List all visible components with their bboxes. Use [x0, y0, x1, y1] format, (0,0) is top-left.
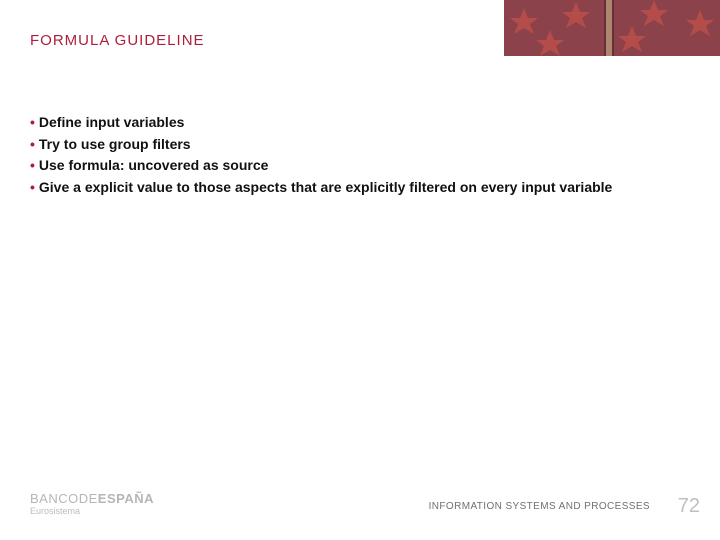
- bullet-item: •Try to use group filters: [30, 134, 690, 156]
- bullet-text: Use formula: uncovered as source: [39, 157, 269, 173]
- brand-name-bold: ESPAÑA: [98, 491, 154, 506]
- bullet-item: •Define input variables: [30, 112, 690, 134]
- brand-name-light: BANCODE: [30, 491, 98, 506]
- footer-section-label: INFORMATION SYSTEMS AND PROCESSES: [429, 501, 650, 512]
- bullet-text: Try to use group filters: [39, 136, 191, 152]
- bullet-item: •Give a explicit value to those aspects …: [30, 177, 690, 199]
- bullet-text: Give a explicit value to those aspects t…: [39, 179, 612, 195]
- slide-footer: BANCODEESPAÑA Eurosistema INFORMATION SY…: [0, 488, 720, 524]
- slide-title: FORMULA GUIDELINE: [30, 32, 205, 49]
- brand-name: BANCODEESPAÑA: [30, 492, 154, 506]
- bullet-item: •Use formula: uncovered as source: [30, 155, 690, 177]
- bullet-list: •Define input variables •Try to use grou…: [30, 112, 690, 199]
- brand-subtitle: Eurosistema: [30, 507, 154, 516]
- brand-logo: BANCODEESPAÑA Eurosistema: [30, 492, 154, 516]
- page-number: 72: [678, 495, 700, 518]
- decorative-header-image: [504, 0, 720, 56]
- bullet-text: Define input variables: [39, 114, 184, 130]
